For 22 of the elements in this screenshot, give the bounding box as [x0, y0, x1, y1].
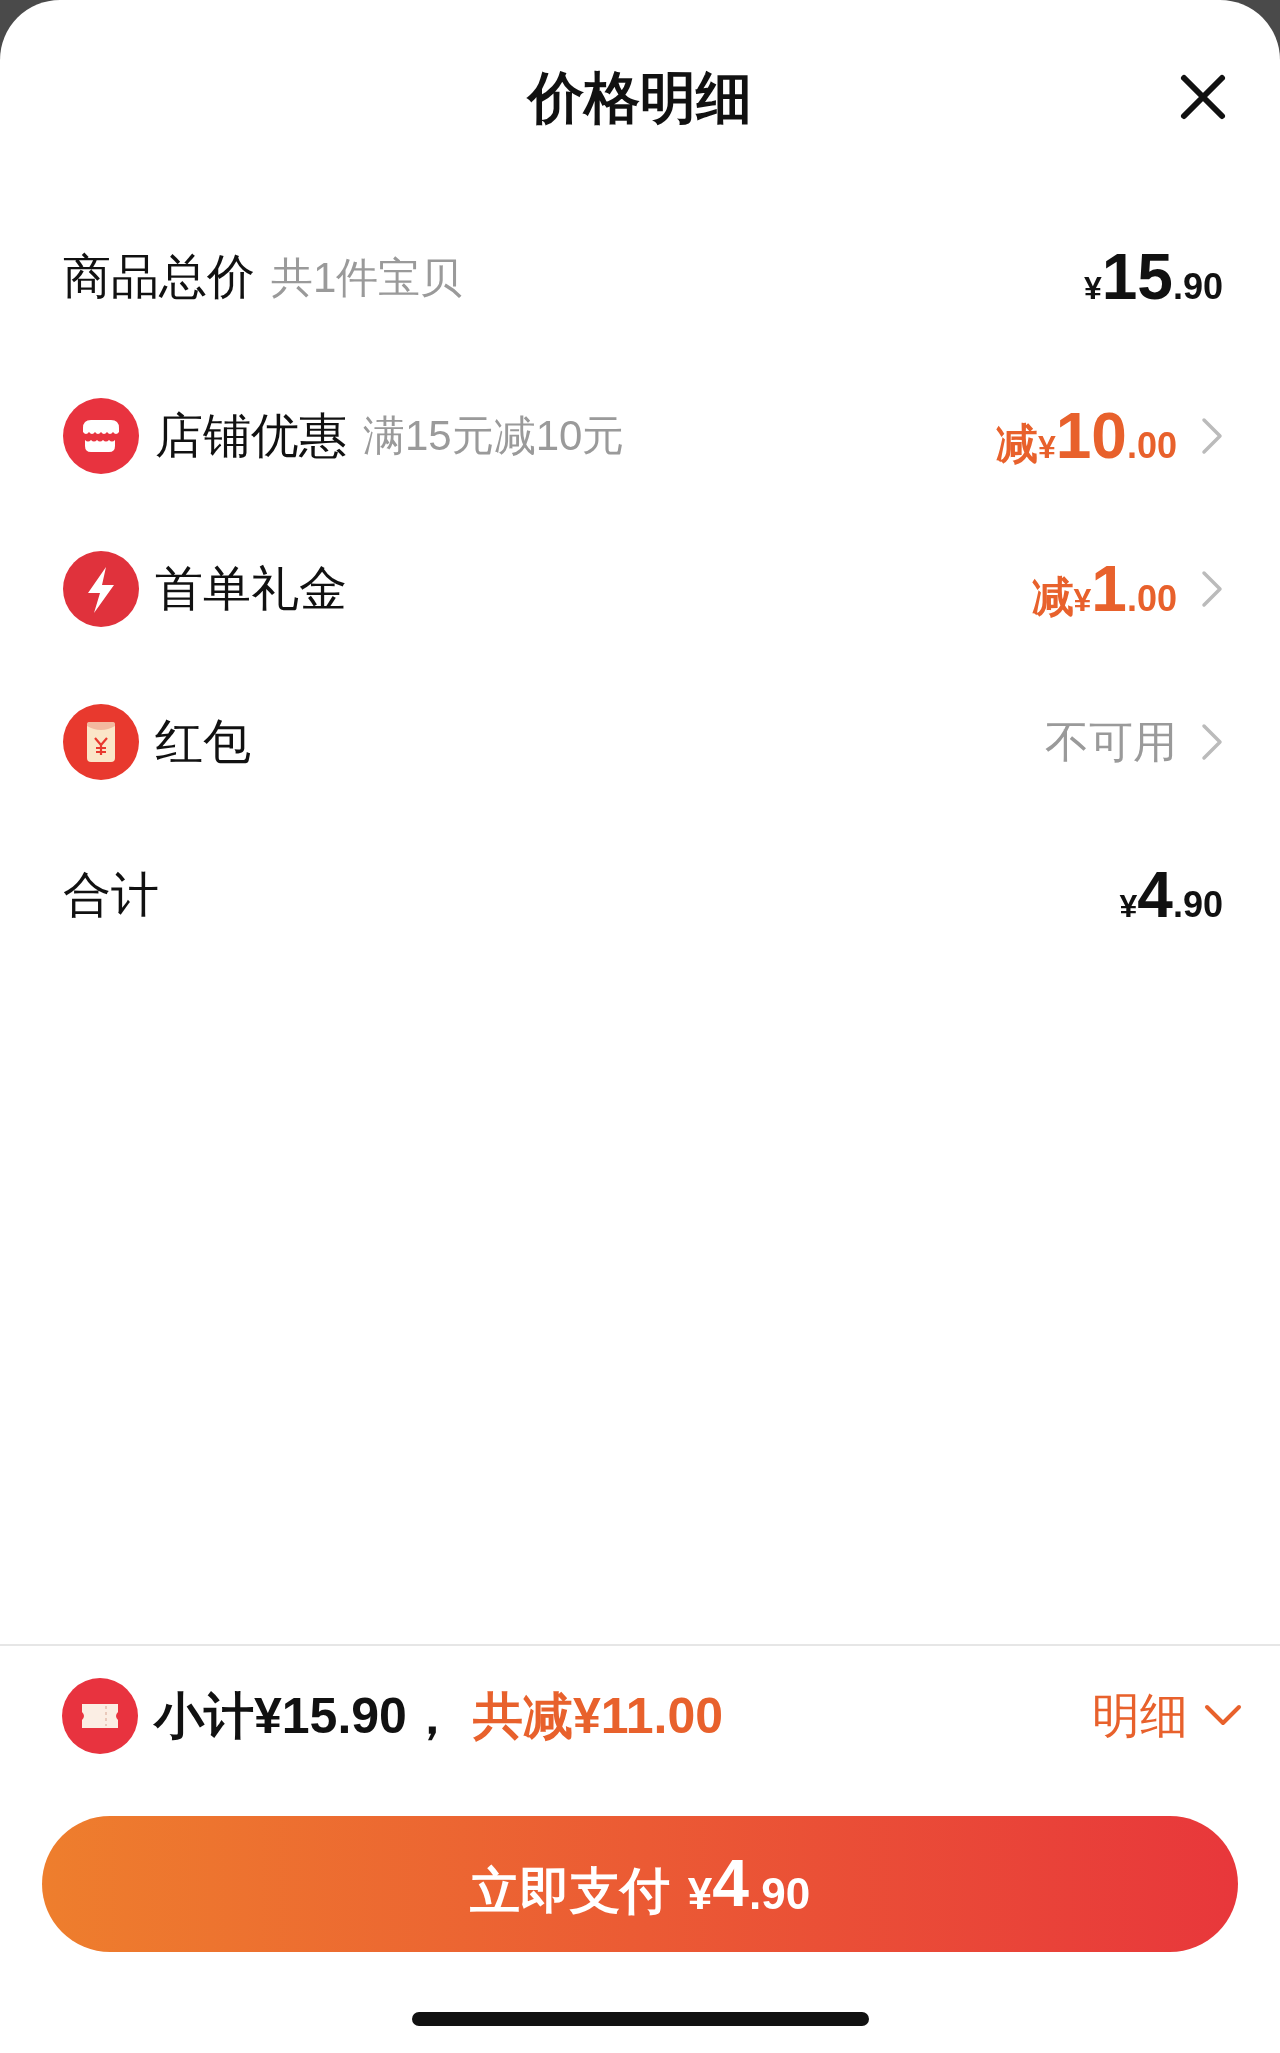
- details-toggle[interactable]: 明细: [1092, 1680, 1242, 1752]
- subtotal-text: 小计¥15.90，: [154, 1686, 457, 1746]
- row-label: 合计: [63, 866, 159, 923]
- row-label: 红包: [155, 713, 251, 770]
- price-amount: ¥4.90: [1119, 862, 1223, 927]
- sheet-title: 价格明细: [528, 69, 752, 126]
- row-label: 首单礼金: [155, 560, 347, 617]
- row-note: 满15元减10元: [363, 411, 625, 461]
- envelope-icon: [63, 703, 139, 780]
- row-note: 共1件宝贝: [271, 252, 463, 303]
- savings-text: 共减¥11.00: [472, 1686, 724, 1746]
- pay-button[interactable]: 立即支付 ¥4.90: [42, 1816, 1238, 1952]
- discount-amount: 减¥10.00: [995, 403, 1177, 468]
- close-button[interactable]: [1178, 72, 1228, 122]
- price-amount: ¥15.90: [1083, 245, 1223, 309]
- lightning-icon: [63, 550, 139, 627]
- store-icon: [63, 397, 139, 474]
- ticket-icon: [62, 1678, 138, 1754]
- status-text: 不可用: [1045, 715, 1177, 768]
- row-label: 店铺优惠: [155, 407, 347, 464]
- discount-amount: 减¥1.00: [1031, 556, 1177, 621]
- row-label: 商品总价: [63, 249, 255, 305]
